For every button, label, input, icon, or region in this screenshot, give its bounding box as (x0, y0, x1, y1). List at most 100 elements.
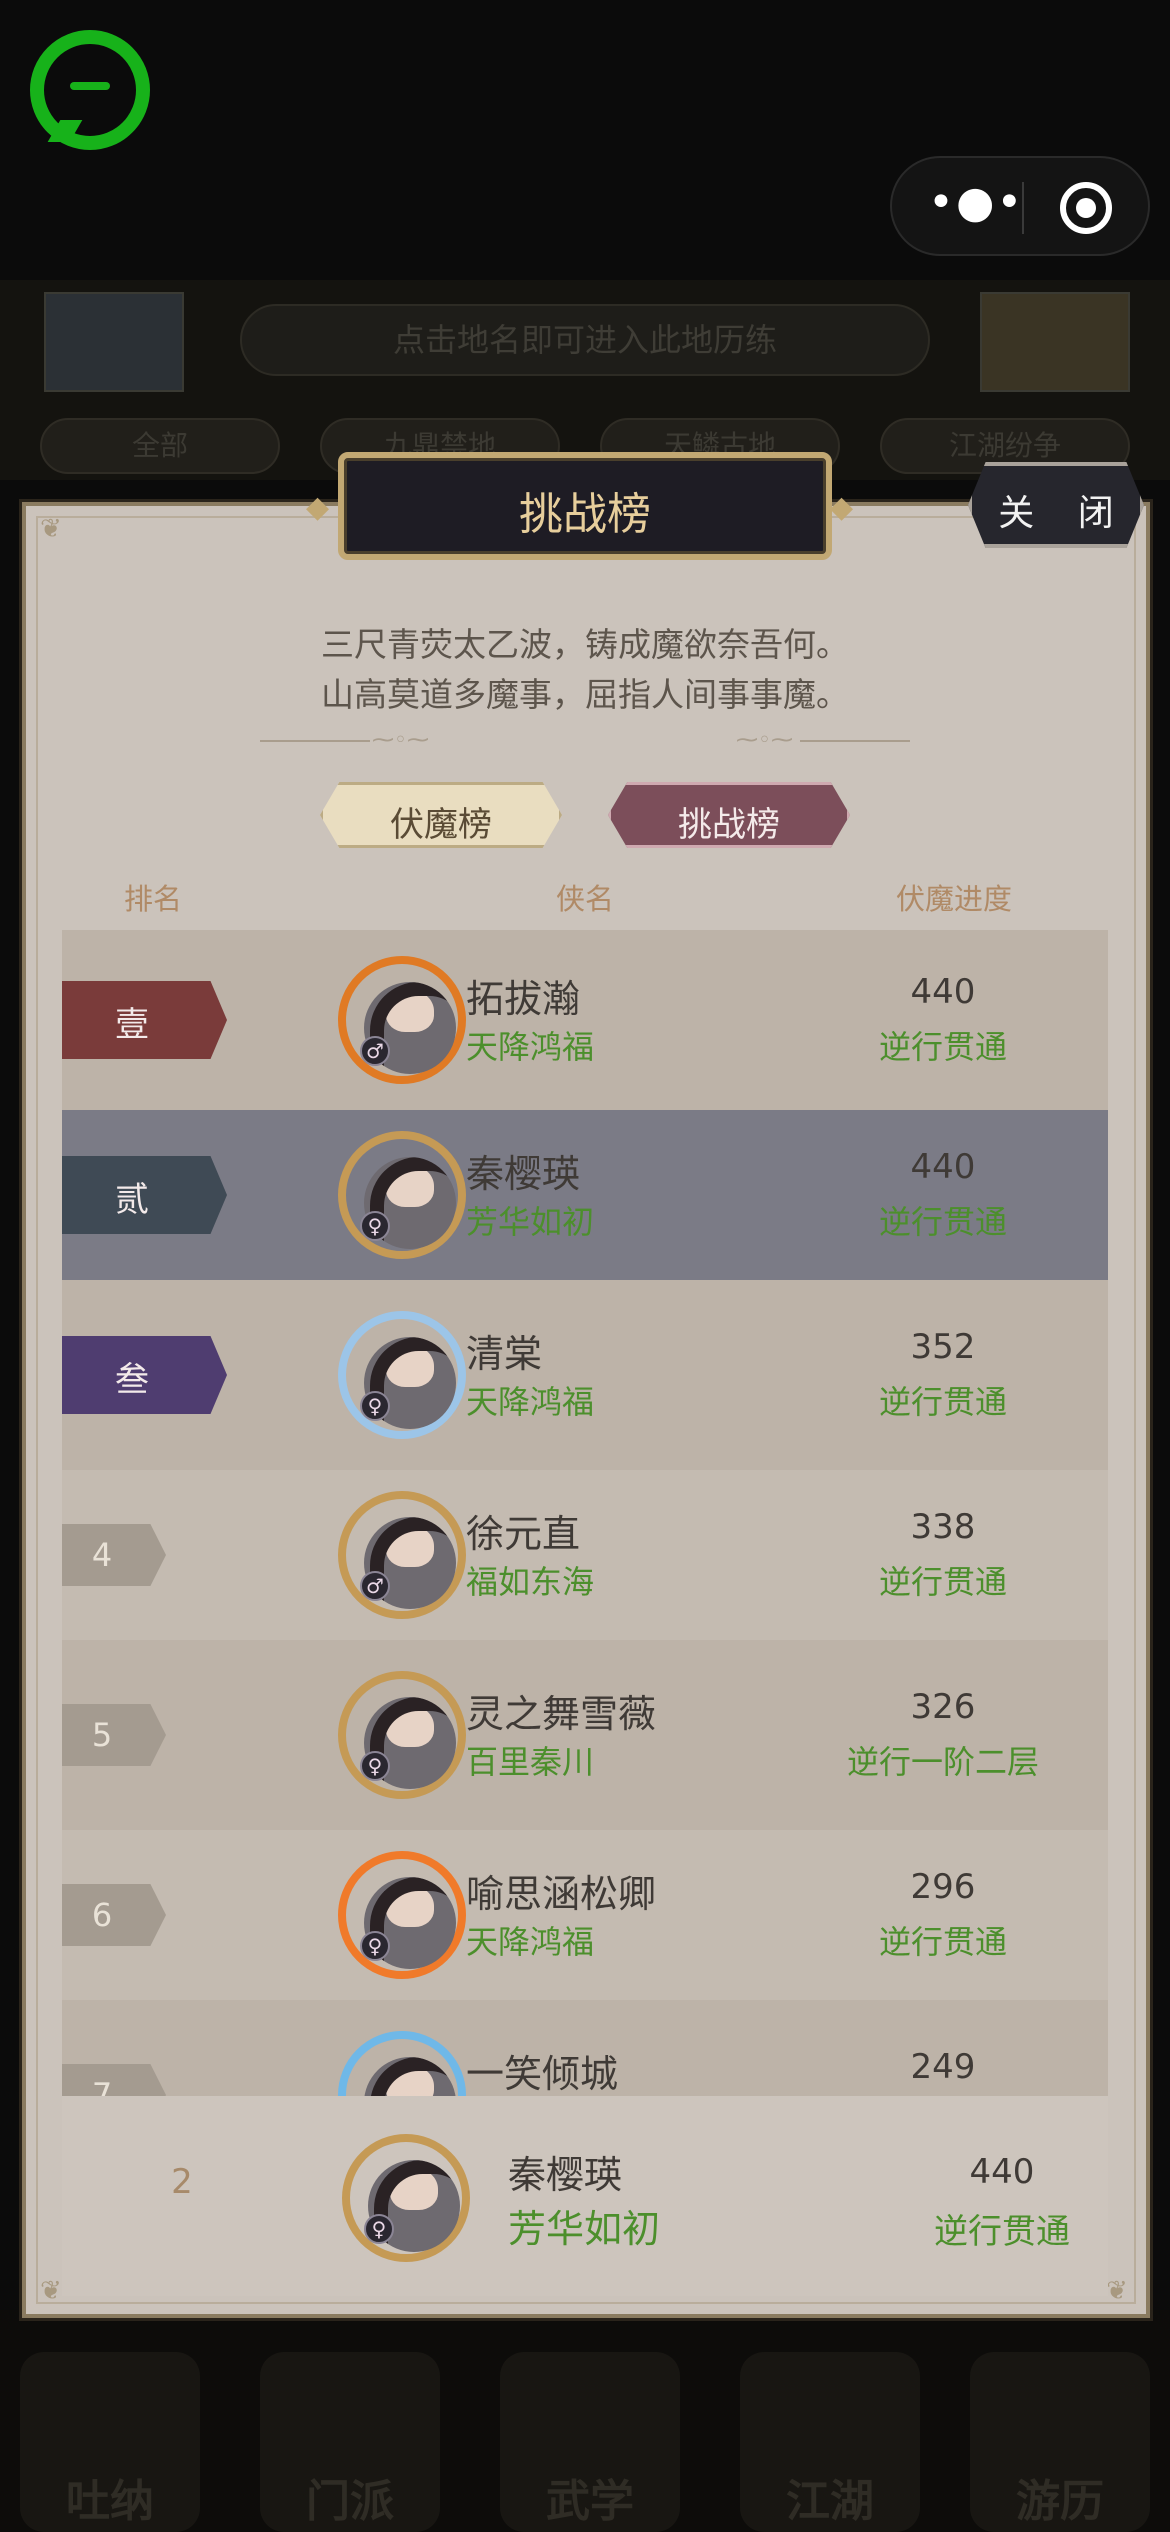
player-name: 秦樱瑛 (466, 1152, 581, 1196)
wechat-logo-icon (30, 30, 150, 150)
player-name: 徐元直 (466, 1512, 581, 1556)
background-map-thumbnail-right (980, 292, 1130, 392)
poem-line-1: 三尺青荧太乙波，铸成魔欲奈吾何。 (321, 625, 849, 664)
close-button-label: 关 闭 (998, 493, 1130, 534)
title-wing-right-icon: ◆ (830, 490, 854, 525)
tab-fumo-board-label: 伏魔榜 (390, 805, 492, 845)
leaderboard-row[interactable]: 7♀一笑倾城天降鸿福249逆行贯通 (62, 2000, 1108, 2096)
divider-right (800, 740, 910, 742)
player-title: 福如东海 (466, 1563, 595, 1601)
player-title: 天降鸿福 (466, 1383, 595, 1421)
tab-challenge-board-label: 挑战榜 (678, 805, 780, 845)
gender-icon: ♀ (360, 1211, 390, 1241)
player-title: 百里秦川 (466, 1743, 595, 1781)
screen: 点击地名即可进入此地历练 全部 九鼎禁地 天鳞古地 江湖纷争 吐纳 门派 武学 … (0, 0, 1170, 2532)
more-dots-icon[interactable]: •●• (928, 181, 1022, 228)
divider-left (260, 740, 370, 742)
leaderboard-row[interactable]: 叁 ♀ 清棠天降鸿福 352 逆行贯通 (62, 1280, 1108, 1470)
gender-icon: ♀ (360, 1751, 390, 1781)
player-avatar[interactable]: ♀ (338, 1851, 466, 1979)
player-score: 440 (910, 972, 976, 1012)
player-name: 灵之舞雪薇 (466, 1692, 657, 1736)
player-progress: 逆行贯通 (878, 1383, 1007, 1421)
player-score: 440 (910, 1147, 976, 1187)
player-progress: 逆行贯通 (878, 1923, 1007, 1961)
background-map-thumbnail-left (44, 292, 184, 392)
rank-badge: 6 (62, 1884, 166, 1946)
rank-label: 5 (91, 1716, 113, 1754)
tab-challenge-board[interactable]: 挑战榜 (608, 782, 850, 848)
divider-ornament-icon: ⁓◦⁓ (372, 728, 429, 753)
background-tab: 全部 (40, 418, 280, 474)
leaderboard-row[interactable]: 贰 ♀ 秦樱瑛芳华如初 440 逆行贯通 (62, 1110, 1108, 1280)
self-score: 440 (969, 2152, 1035, 2192)
rank-label: 壹 (115, 1005, 149, 1045)
player-avatar[interactable]: ♀ (338, 1131, 466, 1259)
player-name: 一笑倾城 (466, 2052, 619, 2096)
avatar-portrait (364, 2057, 456, 2096)
corner-ornament-icon: ❦ (1106, 2276, 1128, 2306)
player-score: 326 (910, 1687, 976, 1727)
player-progress: 逆行贯通 (878, 1203, 1007, 1241)
player-avatar[interactable]: ♀ (338, 1311, 466, 1439)
column-header-name: 侠名 (556, 882, 615, 916)
leaderboard-row[interactable]: 6 ♀ 喻思涵松卿 天降鸿福 296 逆行贯通 (62, 1830, 1108, 2000)
capsule-divider (1022, 182, 1024, 234)
player-avatar[interactable]: ♂ (338, 1491, 466, 1619)
rank-badge: 5 (62, 1704, 166, 1766)
column-header-rank: 排名 (124, 882, 183, 916)
leaderboard-row[interactable]: 5 ♀ 灵之舞雪薇百里秦川 326 逆行一阶二层 (62, 1640, 1108, 1830)
player-avatar[interactable]: ♂ (338, 956, 466, 1084)
poem-line-2: 山高莫道多魔事，屈指人间事事魔。 (321, 675, 849, 714)
gender-icon: ♀ (360, 1931, 390, 1961)
rank-label: 贰 (115, 1180, 149, 1220)
player-avatar[interactable]: ♀ (338, 1671, 466, 1799)
miniapp-capsule: •●• (890, 156, 1150, 256)
target-icon[interactable] (1060, 182, 1112, 234)
player-title: 天降鸿福 (466, 1923, 595, 1961)
rank-label: 7 (91, 2076, 113, 2096)
self-rank: 2 (171, 2162, 193, 2202)
background-nav-item: 吐纳 (20, 2352, 200, 2532)
rank-badge: 叁 (62, 1336, 227, 1414)
player-name: 拓拔瀚 (466, 977, 581, 1021)
self-progress: 逆行贯通 (934, 2212, 1070, 2252)
rank-label: 4 (91, 1536, 113, 1574)
leaderboard-row[interactable]: 壹 ♂ 拓拔瀚天降鸿福 440 逆行贯通 (62, 930, 1108, 1110)
player-avatar[interactable]: ♀ (338, 2031, 466, 2096)
self-rank-row: 2 ♀ 秦樱瑛 芳华如初 440 逆行贯通 (62, 2096, 1108, 2296)
player-score: 352 (910, 1327, 976, 1367)
background-nav-item: 武学 (500, 2352, 680, 2532)
self-name: 秦樱瑛 (508, 2153, 623, 2197)
close-button[interactable]: 关 闭 (968, 462, 1144, 548)
panel-title: 挑战榜 (519, 489, 651, 540)
gender-icon: ♀ (364, 2214, 394, 2244)
gender-icon: ♀ (360, 1391, 390, 1421)
player-progress: 逆行贯通 (878, 1028, 1007, 1066)
background-nav-item: 门派 (260, 2352, 440, 2532)
corner-ornament-icon: ❦ (40, 514, 62, 544)
title-wing-left-icon: ◆ (306, 490, 330, 525)
rank-badge: 4 (62, 1524, 166, 1586)
divider-ornament-icon: ⁓◦⁓ (736, 728, 793, 753)
self-title: 芳华如初 (508, 2207, 661, 2251)
player-name: 喻思涵松卿 (466, 1872, 657, 1916)
player-title: 天降鸿福 (466, 1028, 595, 1066)
rank-badge: 7 (62, 2064, 166, 2096)
player-progress: 逆行一阶二层 (846, 1743, 1039, 1781)
background-nav-item: 游历 (970, 2352, 1150, 2532)
player-score: 338 (910, 1507, 976, 1547)
rank-badge: 贰 (62, 1156, 227, 1234)
rank-label: 叁 (115, 1360, 149, 1400)
panel-title-plate: 挑战榜 (338, 452, 832, 560)
column-header-progress: 伏魔进度 (896, 882, 1013, 916)
tab-fumo-board[interactable]: 伏魔榜 (320, 782, 562, 848)
self-avatar: ♀ (342, 2134, 470, 2262)
leaderboard-list[interactable]: 壹 ♂ 拓拔瀚 天降鸿福 440 逆行贯通贰 ♀ 秦樱瑛 芳华如初 440 逆行贯通叁 ♀ 清棠 天降鸿福… (62, 930, 1108, 2096)
rank-badge: 壹 (62, 981, 227, 1059)
leaderboard-row[interactable]: 4 ♂ 徐元直 福如东海 338 逆行贯通 (62, 1470, 1108, 1640)
player-name: 清棠 (466, 1332, 543, 1376)
gender-icon: ♂ (360, 1571, 390, 1601)
background-hint: 点击地名即可进入此地历练 (240, 304, 930, 376)
player-title: 芳华如初 (466, 1203, 595, 1241)
